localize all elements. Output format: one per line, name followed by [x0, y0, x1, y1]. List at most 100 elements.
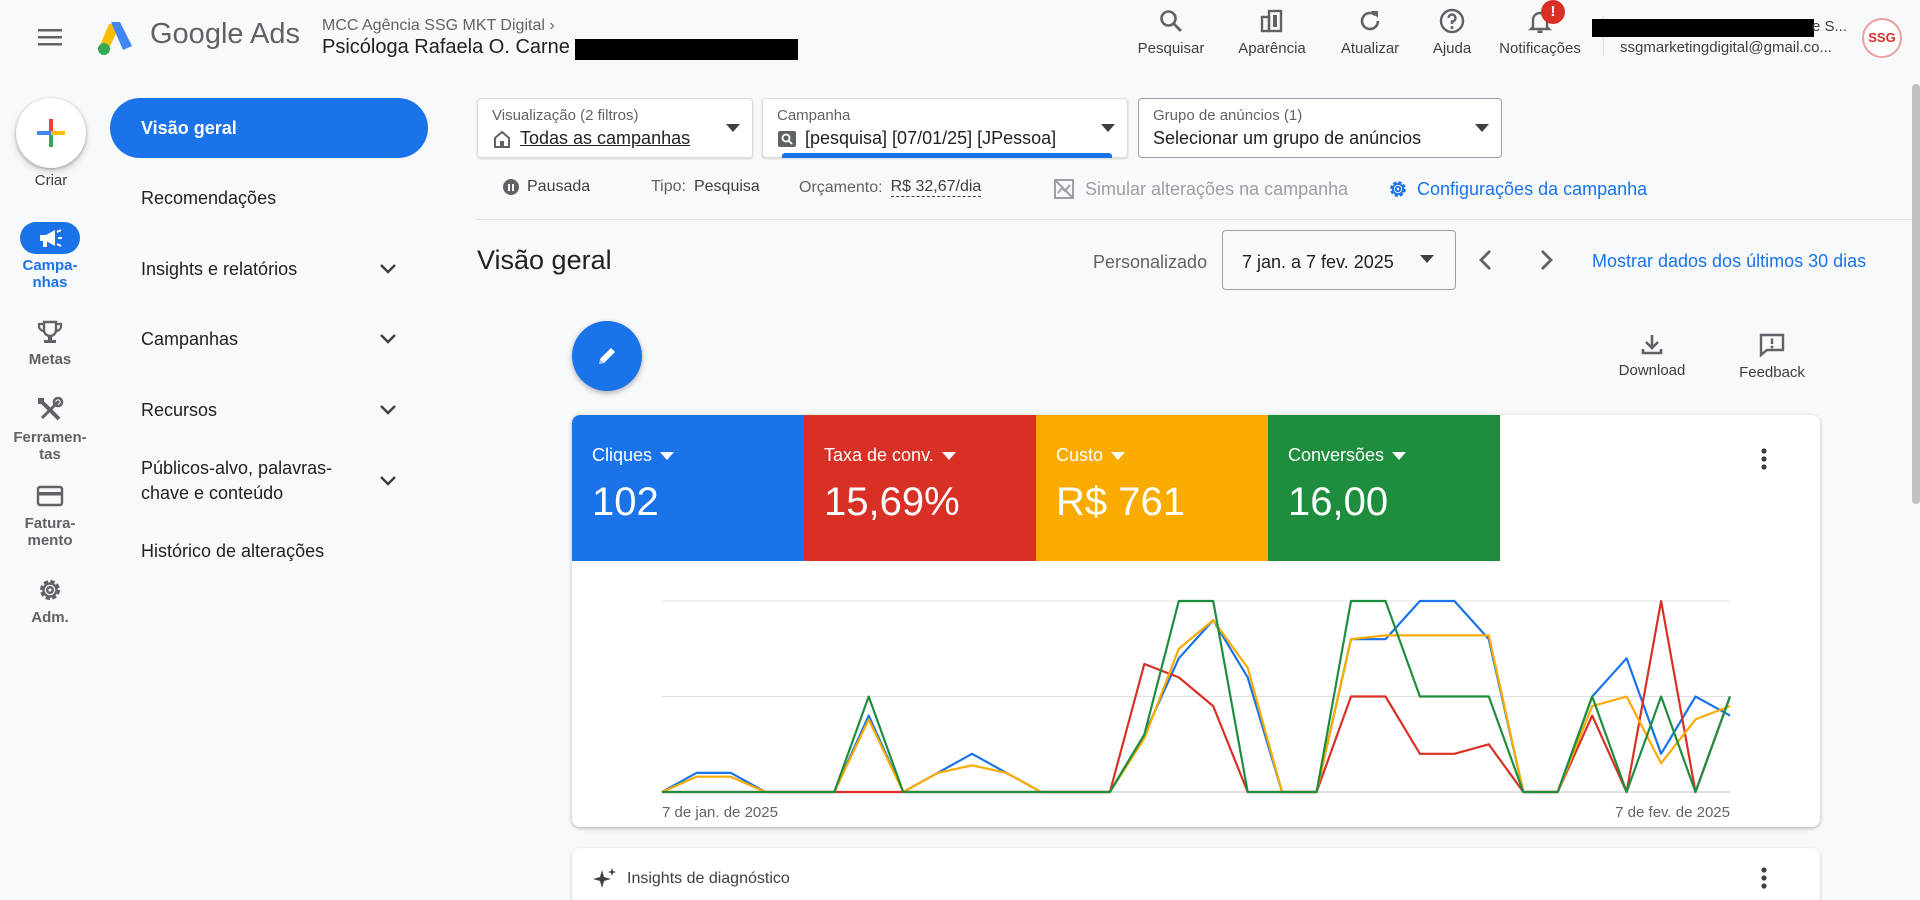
campaign-settings-link[interactable]: Configurações da campanha: [1387, 178, 1647, 200]
nav-item-label: Recomendações: [141, 187, 277, 208]
ad-group-filter-value: Selecionar um grupo de anúncios: [1153, 128, 1422, 148]
campaign-state[interactable]: Pausada: [503, 178, 590, 196]
chevron-right-icon: ›: [549, 17, 555, 34]
more-vert-icon[interactable]: [1760, 447, 1768, 471]
nav-item-label: Campanhas: [141, 328, 239, 349]
caret-down-icon[interactable]: [1392, 451, 1407, 460]
campaign-type: Tipo: Pesquisa: [651, 178, 760, 196]
campaign-filter-label: Campanha: [777, 107, 851, 124]
ad-group-filter-label: Grupo de anúncios (1): [1153, 107, 1303, 124]
diagnostic-insights-card[interactable]: Insights de diagnóstico: [572, 848, 1820, 900]
feedback-button[interactable]: Feedback: [1732, 332, 1812, 381]
campaign-filter-value: [pesquisa] [07/01/25] [JPessoa]: [805, 128, 1057, 148]
refresh-icon: [1357, 6, 1383, 36]
campaign-budget-value[interactable]: R$ 32,67/dia: [890, 178, 982, 197]
credit-card-icon: [36, 480, 64, 512]
notification-badge: !: [1541, 0, 1565, 24]
x-axis-start-label: 7 de jan. de 2025: [662, 804, 778, 821]
campaign-budget[interactable]: Orçamento: R$ 32,67/dia: [799, 178, 982, 197]
nav-item-audiences-keywords[interactable]: Públicos-alvo, palavras- chave e conteúd…: [110, 451, 428, 511]
search-button[interactable]: Pesquisar: [1132, 6, 1210, 62]
nav-item-assets[interactable]: Recursos: [110, 380, 428, 440]
page-title: Visão geral: [477, 245, 612, 275]
create-button[interactable]: [16, 98, 86, 168]
search-campaign-icon: [777, 130, 797, 148]
rail-item-admin[interactable]: Adm.: [0, 574, 100, 626]
user-name: e S...: [1812, 18, 1848, 35]
rail-item-label: Metas: [28, 351, 72, 368]
chevron-down-icon: [378, 475, 398, 487]
notifications-label: Notificações: [1499, 40, 1581, 57]
menu-icon[interactable]: [30, 22, 70, 52]
campaign-settings-label: Configurações da campanha: [1417, 178, 1648, 199]
google-ads-logo-icon[interactable]: [95, 18, 135, 58]
nav-item-recommendations[interactable]: Recomendações: [110, 168, 428, 228]
metric-value: R$ 761: [1056, 480, 1185, 524]
download-button[interactable]: Download: [1612, 332, 1692, 379]
campaign-filter[interactable]: Campanha [pesquisa] [07/01/25] [JPessoa]: [762, 98, 1128, 158]
rail-item-label: Adm.: [31, 609, 69, 626]
download-icon: [1640, 332, 1664, 356]
nav-item-overview[interactable]: Visão geral: [110, 98, 428, 158]
breadcrumb-account-path[interactable]: MCC Agência SSG MKT Digital: [322, 17, 545, 34]
scrollbar[interactable]: [1912, 84, 1920, 504]
chevron-left-icon[interactable]: [1474, 246, 1498, 274]
search-icon: [1158, 6, 1184, 36]
caret-down-icon: [1420, 255, 1434, 263]
ad-group-filter[interactable]: Grupo de anúncios (1) Selecionar um grup…: [1138, 98, 1502, 158]
home-icon: [492, 129, 512, 149]
help-button[interactable]: Ajuda: [1420, 6, 1484, 62]
metric-label: Custo: [1056, 445, 1104, 465]
download-label: Download: [1618, 362, 1686, 379]
simulate-label: Simular alterações na campanha: [1085, 178, 1349, 199]
rail-item-goals[interactable]: Metas: [0, 316, 100, 368]
simulate-changes-button[interactable]: Simular alterações na campanha: [1053, 178, 1348, 200]
metric-tile-clicks[interactable]: Cliques 102: [572, 415, 804, 561]
nav-item-label: Insights e relatórios: [141, 258, 298, 279]
nav-item-label: Recursos: [141, 399, 218, 420]
help-label: Ajuda: [1432, 40, 1472, 57]
breadcrumb[interactable]: MCC Agência SSG MKT Digital ›: [322, 17, 555, 35]
edit-button[interactable]: [572, 321, 642, 391]
create-label: Criar: [34, 172, 68, 189]
view-filter-label: Visualização (2 filtros): [492, 107, 639, 124]
trophy-icon: [36, 316, 64, 348]
view-filter-value: Todas as campanhas: [520, 128, 691, 148]
redaction-bar: [1592, 19, 1814, 37]
nav-item-insights-reports[interactable]: Insights e relatórios: [110, 239, 428, 299]
megaphone-icon: [20, 222, 80, 254]
appearance-button[interactable]: Aparência: [1232, 6, 1312, 62]
nav-item-campaigns[interactable]: Campanhas: [110, 309, 428, 369]
view-filter[interactable]: Visualização (2 filtros) Todas as campan…: [477, 98, 753, 158]
metric-label: Conversões: [1288, 445, 1385, 465]
nav-item-change-history[interactable]: Histórico de alterações: [110, 521, 428, 581]
metric-tile-conversions[interactable]: Conversões 16,00: [1268, 415, 1500, 561]
campaign-state-label: Pausada: [527, 178, 591, 195]
rail-item-label: Campa- nhas: [22, 257, 78, 291]
caret-down-icon[interactable]: [941, 451, 956, 460]
rail-item-campaigns[interactable]: Campa- nhas: [0, 222, 100, 291]
nav-item-label: Públicos-alvo, palavras- chave e conteúd…: [141, 458, 333, 503]
campaign-filter-selected-indicator: [782, 153, 1112, 158]
metric-tile-cost[interactable]: Custo R$ 761: [1036, 415, 1268, 561]
metric-tile-conv-rate[interactable]: Taxa de conv. 15,69%: [804, 415, 1036, 561]
feedback-label: Feedback: [1739, 364, 1805, 381]
rail-item-billing[interactable]: Fatura- mento: [0, 480, 100, 549]
metric-value: 102: [592, 480, 659, 524]
caret-down-icon[interactable]: [1111, 451, 1126, 460]
notifications-button[interactable]: Notificações: [1494, 6, 1586, 62]
pencil-icon: [599, 348, 615, 364]
date-range-type: Personalizado: [1093, 252, 1208, 272]
search-label: Pesquisar: [1137, 40, 1205, 57]
performance-card: Cliques 102 Taxa de conv. 15,69% Custo R…: [572, 415, 1820, 827]
rail-item-tools[interactable]: Ferramen- tas: [0, 394, 100, 463]
caret-down-icon[interactable]: [660, 451, 675, 460]
chevron-right-icon[interactable]: [1534, 246, 1558, 274]
nav-item-label: Histórico de alterações: [141, 540, 325, 561]
show-last-30-days-link[interactable]: Mostrar dados dos últimos 30 dias: [1592, 251, 1866, 272]
avatar[interactable]: SSG: [1862, 18, 1902, 58]
refresh-button[interactable]: Atualizar: [1331, 6, 1409, 62]
plus-icon: [37, 119, 65, 147]
caret-down-icon: [1475, 124, 1489, 132]
more-vert-icon[interactable]: [1760, 866, 1768, 890]
